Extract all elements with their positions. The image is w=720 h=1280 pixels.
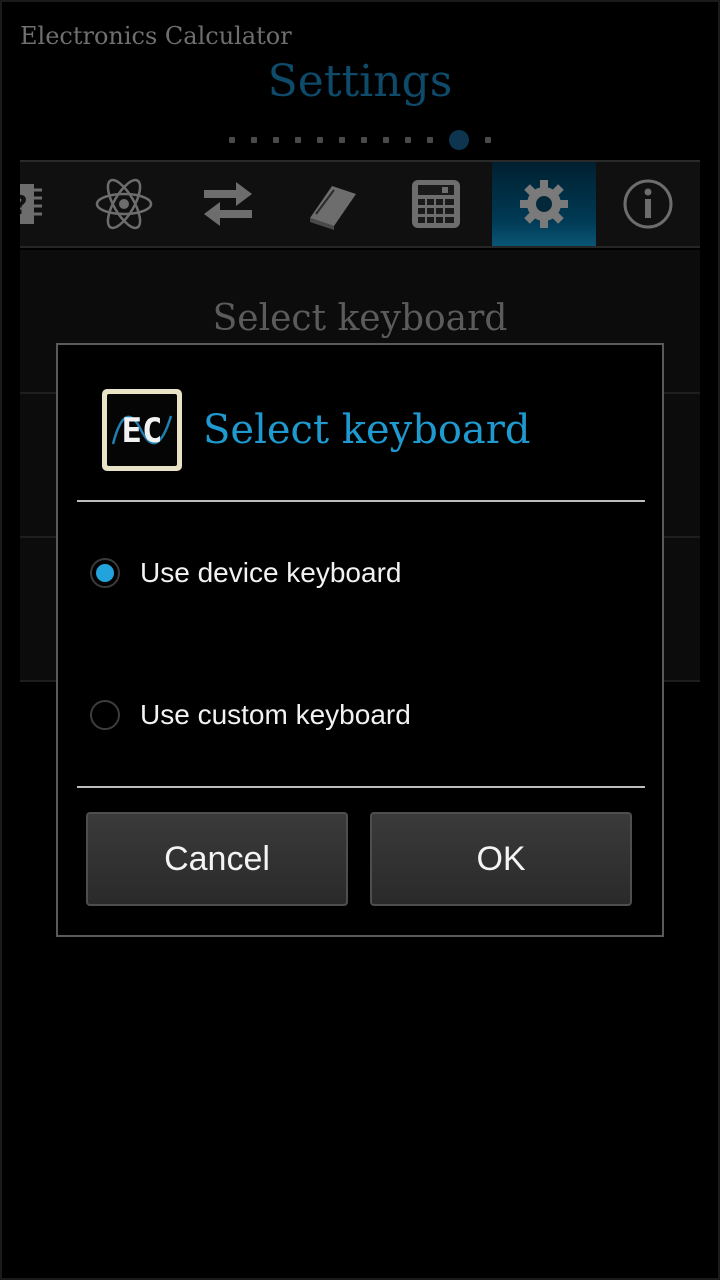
ec-logo-graphic: EC: [111, 411, 173, 451]
page-dot: [339, 137, 345, 143]
page-dot: [273, 137, 279, 143]
tab-info[interactable]: [596, 162, 700, 246]
dialog-options-divider: [77, 786, 645, 788]
select-keyboard-dialog: EC Select keyboard Use device keyboard U…: [56, 343, 664, 937]
page-dot: [295, 137, 301, 143]
page-dot: [361, 137, 367, 143]
swap-arrows-icon: [204, 182, 252, 226]
tab-atom[interactable]: [72, 162, 176, 246]
page-indicator: [0, 130, 720, 150]
tab-chip[interactable]: ?: [20, 162, 72, 246]
dialog-title-divider: [77, 500, 645, 502]
page-dot-active: [449, 130, 469, 150]
tab-reference[interactable]: [280, 162, 384, 246]
tab-divider: [20, 246, 700, 248]
page-dot: [405, 137, 411, 143]
page-dot: [485, 137, 491, 143]
app-icon-screen: EC: [107, 394, 177, 466]
page-dot: [317, 137, 323, 143]
page-dot: [251, 137, 257, 143]
option-custom-keyboard[interactable]: Use custom keyboard: [90, 685, 630, 745]
tab-bar: ?: [20, 162, 700, 246]
tab-calculator[interactable]: [384, 162, 488, 246]
app-title: Electronics Calculator: [20, 22, 292, 50]
info-icon: [623, 179, 673, 229]
ok-button[interactable]: OK: [370, 812, 632, 906]
atom-icon: [95, 178, 153, 230]
dialog-title: Select keyboard: [203, 407, 531, 453]
tab-settings[interactable]: [492, 162, 596, 246]
page-dot: [383, 137, 389, 143]
radio-button-checked[interactable]: [90, 558, 120, 588]
radio-button[interactable]: [90, 700, 120, 730]
page-dot: [427, 137, 433, 143]
book-icon: [310, 186, 356, 230]
page-dot: [229, 137, 235, 143]
settings-heading: Select keyboard: [212, 298, 508, 339]
calculator-icon: [412, 180, 460, 228]
ec-app-icon: EC: [102, 389, 182, 471]
cancel-button[interactable]: Cancel: [86, 812, 348, 906]
page-title: Settings: [267, 56, 453, 107]
tab-convert[interactable]: [176, 162, 280, 246]
svg-text:?: ?: [20, 191, 28, 221]
option-label: Use device keyboard: [140, 557, 402, 588]
svg-text:EC: EC: [122, 411, 163, 451]
option-device-keyboard[interactable]: Use device keyboard: [90, 543, 630, 603]
chip-question-icon: ?: [20, 184, 42, 224]
gear-icon: [520, 180, 568, 228]
option-label: Use custom keyboard: [140, 699, 411, 730]
